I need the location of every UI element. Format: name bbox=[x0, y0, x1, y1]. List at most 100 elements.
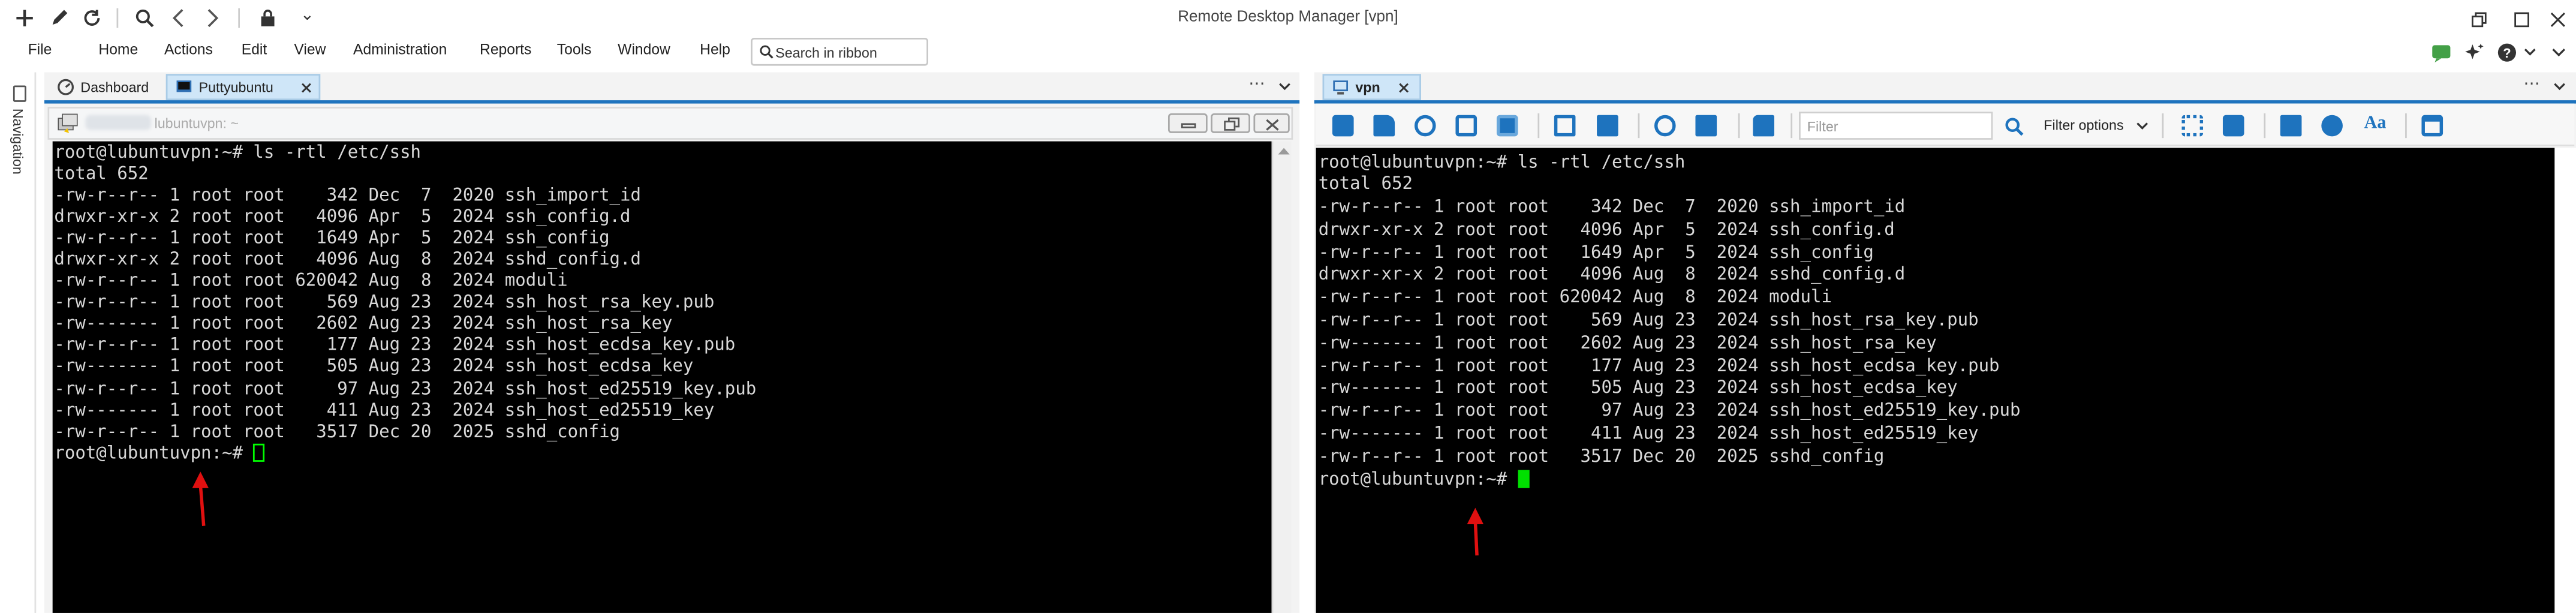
terminal-line: -rw-r--r-- 1 root root 1649 Apr 5 2024 s… bbox=[54, 228, 610, 248]
tab-puttyubuntu[interactable]: Puttyubuntu bbox=[165, 74, 321, 101]
ai-sparkle-icon[interactable] bbox=[2461, 40, 2487, 66]
menu-actions[interactable]: Actions bbox=[164, 41, 213, 57]
macro-icon[interactable] bbox=[1554, 115, 1576, 137]
toolbar-divider bbox=[116, 8, 119, 28]
toolbar-divider bbox=[1738, 113, 1740, 139]
terminal-line: -rw------- 1 root root 411 Aug 23 2024 s… bbox=[54, 400, 715, 420]
navigation-sidebar[interactable]: Navigation bbox=[0, 72, 37, 613]
putty-minimize-button[interactable] bbox=[1167, 113, 1208, 133]
minimize-icon bbox=[1181, 123, 1196, 128]
left-tab-underline bbox=[44, 100, 1300, 104]
menu-reports[interactable]: Reports bbox=[480, 41, 531, 57]
menu-window[interactable]: Window bbox=[618, 41, 670, 57]
navigation-label[interactable]: Navigation bbox=[10, 109, 26, 175]
new-entry-icon[interactable] bbox=[11, 5, 38, 31]
right-pane-dropdown-icon[interactable] bbox=[2547, 74, 2573, 100]
navigation-pin-icon[interactable] bbox=[13, 85, 26, 102]
terminal-line: -rw------- 1 root root 2602 Aug 23 2024 … bbox=[54, 314, 673, 334]
terminal-line: total 652 bbox=[54, 163, 149, 184]
edit-pencil-icon[interactable] bbox=[46, 5, 73, 31]
toolbar-divider bbox=[238, 8, 240, 28]
tab-dashboard-label: Dashboard bbox=[80, 79, 149, 95]
filter-input[interactable]: Filter bbox=[1799, 112, 1993, 140]
chat-icon[interactable] bbox=[2428, 40, 2454, 66]
menu-tools[interactable]: Tools bbox=[557, 41, 592, 57]
terminal-line: -rw------- 1 root root 411 Aug 23 2024 s… bbox=[1318, 424, 1979, 444]
palette-icon[interactable] bbox=[2321, 115, 2343, 137]
terminal-cursor bbox=[1517, 469, 1529, 488]
help-icon[interactable]: ? bbox=[2494, 40, 2520, 66]
app-window: ⌄ Remote Desktop Manager [vpn] File Home… bbox=[0, 0, 2576, 613]
restore-down-icon[interactable] bbox=[2466, 7, 2492, 33]
keyboard-icon[interactable] bbox=[1597, 115, 1618, 137]
left-pane-dropdown-icon[interactable] bbox=[1272, 74, 1298, 100]
toolbar-divider bbox=[1537, 113, 1540, 139]
close-window-icon[interactable] bbox=[2545, 7, 2571, 33]
terminal-line: -rw-r--r-- 1 root root 3517 Dec 20 2025 … bbox=[54, 422, 621, 442]
close-tab-icon[interactable] bbox=[296, 77, 315, 97]
terminal-line: -rw-r--r-- 1 root root 569 Aug 23 2024 s… bbox=[54, 293, 715, 312]
pane-splitter[interactable] bbox=[1301, 72, 1314, 613]
search-icon[interactable] bbox=[131, 5, 158, 31]
terminal-line: -rw-r--r-- 1 root root 3517 Dec 20 2025 … bbox=[1318, 446, 1885, 467]
help-dropdown-icon[interactable] bbox=[2517, 40, 2543, 66]
close-tab-icon[interactable] bbox=[1393, 77, 1413, 97]
right-terminal[interactable]: root@lubuntuvpn:~# ls -rtl /etc/ssh total… bbox=[1316, 148, 2555, 613]
entry-properties-icon[interactable] bbox=[2222, 115, 2244, 137]
left-pane-more-icon[interactable]: ⋯ bbox=[1248, 76, 1265, 94]
terminal-line: root@lubuntuvpn:~# ls -rtl /etc/ssh bbox=[54, 142, 422, 162]
toolbar-divider bbox=[2264, 113, 2266, 139]
reconnect-icon[interactable] bbox=[1414, 115, 1436, 137]
menu-home[interactable]: Home bbox=[98, 41, 138, 57]
ribbon-search-box[interactable]: Search in ribbon bbox=[751, 38, 928, 66]
terminal-line: total 652 bbox=[1318, 175, 1413, 195]
disconnect-icon[interactable] bbox=[1654, 115, 1676, 137]
filter-search-icon[interactable] bbox=[2001, 113, 2027, 140]
copy-icon[interactable] bbox=[1332, 115, 1354, 137]
folder-icon[interactable] bbox=[1753, 115, 1774, 137]
collapse-ribbon-icon[interactable] bbox=[2545, 40, 2571, 66]
filter-options-dropdown-icon[interactable] bbox=[2129, 113, 2156, 140]
menu-view[interactable]: View bbox=[294, 41, 326, 57]
right-pane-more-icon[interactable]: ⋯ bbox=[2523, 76, 2539, 94]
tab-vpn-label: vpn bbox=[1355, 79, 1380, 95]
layout-icon[interactable] bbox=[2421, 115, 2443, 137]
putty-close-button[interactable] bbox=[1253, 113, 1290, 133]
maximize-icon[interactable] bbox=[2509, 7, 2535, 33]
scroll-up-icon[interactable] bbox=[1278, 146, 1290, 155]
paste-icon[interactable] bbox=[1373, 115, 1395, 137]
quick-access-dropdown-icon[interactable]: ⌄ bbox=[294, 3, 320, 29]
menu-file[interactable]: File bbox=[28, 41, 52, 57]
ribbon-search-placeholder: Search in ribbon bbox=[775, 44, 877, 61]
clipboard-icon[interactable] bbox=[2280, 115, 2302, 137]
putty-restore-button[interactable] bbox=[1211, 113, 1250, 133]
terminal-line: -rw------- 1 root root 505 Aug 23 2024 s… bbox=[54, 357, 694, 377]
filter-options-button[interactable]: Filter options bbox=[2044, 117, 2123, 133]
close-icon bbox=[1266, 119, 1279, 131]
left-terminal[interactable]: root@lubuntuvpn:~# ls -rtl /etc/ssh total… bbox=[52, 141, 1272, 613]
terminal-line: root@lubuntuvpn:~# bbox=[54, 443, 1271, 465]
font-icon[interactable]: Aa bbox=[2364, 113, 2387, 133]
tab-vpn[interactable]: vpn bbox=[1322, 74, 1421, 101]
toolbar-divider bbox=[2405, 113, 2407, 139]
refresh-icon[interactable] bbox=[79, 5, 106, 31]
screenshot-icon[interactable] bbox=[1455, 115, 1477, 137]
hierarchy-icon[interactable] bbox=[2181, 115, 2204, 137]
left-terminal-scrollbar[interactable] bbox=[1271, 141, 1292, 613]
svg-text:?: ? bbox=[2503, 46, 2511, 61]
menu-edit[interactable]: Edit bbox=[242, 41, 267, 57]
terminal-line: -rw-r--r-- 1 root root 97 Aug 23 2024 ss… bbox=[1318, 401, 2021, 422]
duplicate-icon[interactable] bbox=[1695, 115, 1717, 137]
forward-icon[interactable] bbox=[199, 5, 225, 31]
toolbar-divider bbox=[1638, 113, 1640, 139]
terminal-line: -rw-r--r-- 1 root root 620042 Aug 8 2024… bbox=[1318, 288, 1832, 308]
tab-dashboard[interactable]: Dashboard bbox=[49, 74, 158, 100]
image-icon[interactable] bbox=[1496, 115, 1518, 137]
menu-help[interactable]: Help bbox=[700, 41, 730, 57]
menu-administration[interactable]: Administration bbox=[353, 41, 447, 57]
window-title: Remote Desktop Manager [vpn] bbox=[1178, 8, 1398, 26]
putty-title-text: lubuntuvpn: ~ bbox=[154, 115, 239, 132]
lock-icon[interactable] bbox=[255, 5, 281, 31]
back-icon[interactable] bbox=[166, 5, 192, 31]
putty-title-blurred-host bbox=[85, 115, 152, 130]
